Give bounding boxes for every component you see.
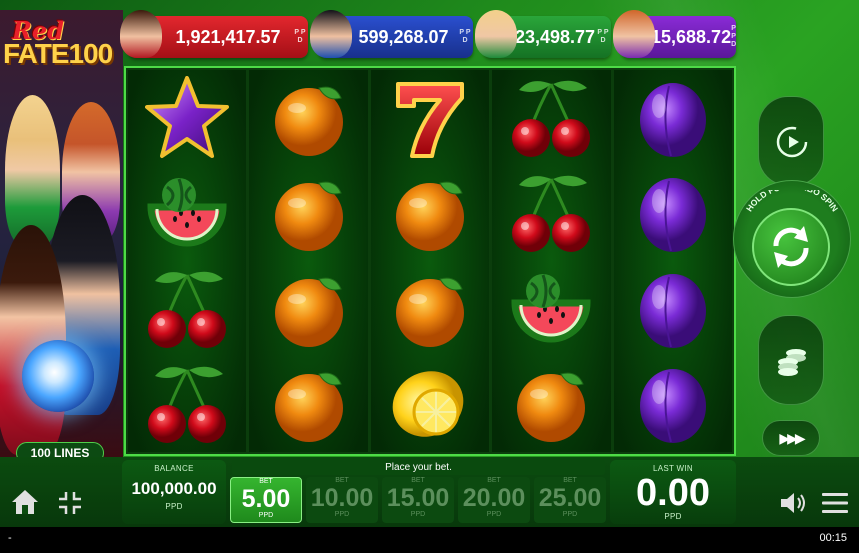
star-symbol bbox=[145, 75, 230, 158]
watermelon-symbol bbox=[147, 178, 227, 247]
fullscreen-exit-icon bbox=[59, 492, 81, 514]
fast-forward-icon: ▶▶▶ bbox=[779, 429, 805, 446]
jackpot-red: 1,921,417.57 P P D bbox=[120, 10, 308, 58]
reel-3 bbox=[370, 70, 490, 453]
orange-symbol bbox=[396, 181, 465, 252]
balance-unit: PPD bbox=[165, 502, 183, 511]
reel-4 bbox=[492, 70, 611, 453]
reel-cell bbox=[249, 166, 367, 262]
reel-cell bbox=[614, 70, 732, 166]
last-win-value: 0.00 bbox=[636, 472, 710, 514]
balance-panel: BALANCE 100,000.00 PPD bbox=[122, 460, 226, 524]
reel-cell bbox=[371, 261, 489, 357]
fullscreen-button[interactable] bbox=[54, 487, 86, 519]
jackpot-purple: 15,688.72 P P D bbox=[613, 10, 737, 58]
bet-option-4[interactable]: BET 20.00 PPD bbox=[458, 477, 530, 523]
speaker-icon bbox=[781, 493, 805, 513]
seven-symbol bbox=[396, 81, 465, 158]
orange-symbol bbox=[274, 372, 343, 443]
orange-symbol bbox=[396, 277, 465, 347]
jackpot-unit: P P D bbox=[294, 29, 306, 44]
reel-cell bbox=[614, 357, 732, 453]
reel-cell bbox=[492, 357, 610, 453]
reel-cell bbox=[614, 166, 732, 262]
jackpot-blue: 599,268.07 P P D bbox=[310, 10, 473, 58]
home-icon bbox=[12, 490, 38, 514]
turbo-button[interactable]: ▶▶▶ bbox=[762, 420, 820, 456]
jackpot-unit: P P D bbox=[597, 29, 609, 44]
status-message: Place your bet. bbox=[232, 460, 605, 475]
reel-cell bbox=[371, 70, 489, 166]
plum-symbol bbox=[639, 178, 706, 253]
reel-cell bbox=[614, 261, 732, 357]
bet-option-1[interactable]: BET 5.00 PPD bbox=[230, 477, 302, 523]
cherry-symbol bbox=[148, 271, 227, 348]
crystal-ball bbox=[22, 340, 94, 412]
reel-cell bbox=[371, 357, 489, 453]
last-win-unit: PPD bbox=[664, 512, 682, 521]
orange-symbol bbox=[517, 372, 586, 443]
jackpot-green: 23,498.77 P P D bbox=[475, 10, 611, 58]
jackpot-avatar bbox=[475, 10, 517, 58]
jackpot-unit: P P D bbox=[731, 25, 737, 48]
bet-option-3[interactable]: BET 15.00 PPD bbox=[382, 477, 454, 523]
plum-symbol bbox=[639, 369, 706, 444]
character-blonde bbox=[5, 95, 60, 245]
bet-option-2[interactable]: BET 10.00 PPD bbox=[306, 477, 378, 523]
reel-cell bbox=[128, 261, 246, 357]
reel-cell bbox=[371, 166, 489, 262]
game-stage: Red FATE100 100 LINES 1,921,417.57 P P D… bbox=[0, 0, 859, 553]
cherry-symbol bbox=[512, 80, 591, 157]
status-left-text: - bbox=[8, 532, 12, 544]
reel-cell bbox=[249, 70, 367, 166]
balance-value: 100,000.00 bbox=[131, 479, 217, 498]
spin-button[interactable] bbox=[752, 208, 830, 286]
reels-grid bbox=[124, 66, 736, 456]
plum-symbol bbox=[639, 82, 706, 157]
logo-fate-text: FATE100 bbox=[3, 38, 113, 69]
lemon-symbol bbox=[392, 371, 464, 438]
lines-badge: 100 LINES bbox=[16, 442, 104, 457]
home-button[interactable] bbox=[8, 485, 42, 519]
plum-symbol bbox=[639, 273, 706, 348]
reel-cell bbox=[128, 70, 246, 166]
bet-option-5[interactable]: BET 25.00 PPD bbox=[534, 477, 606, 523]
jackpot-avatar bbox=[310, 10, 352, 58]
hamburger-menu-icon bbox=[822, 493, 848, 513]
reel-cell bbox=[492, 166, 610, 262]
replay-icon bbox=[776, 126, 808, 158]
orange-symbol bbox=[274, 277, 343, 347]
reel-cell bbox=[128, 166, 246, 262]
reel-cell bbox=[249, 357, 367, 453]
game-art-panel: Red FATE100 100 LINES bbox=[0, 10, 123, 457]
last-win-panel: LAST WIN 0.00 PPD bbox=[610, 460, 736, 524]
coin-stack-icon bbox=[778, 349, 806, 376]
clock: 00:15 bbox=[819, 532, 847, 544]
jackpot-avatar bbox=[613, 10, 655, 58]
reel-cell bbox=[128, 357, 246, 453]
reel-cell bbox=[492, 70, 610, 166]
reel-cell bbox=[492, 261, 610, 357]
jackpot-avatar bbox=[120, 10, 162, 58]
autoplay-button[interactable] bbox=[758, 96, 824, 186]
reel-2 bbox=[249, 70, 368, 453]
sound-button[interactable] bbox=[776, 487, 812, 519]
watermelon-symbol bbox=[511, 273, 591, 343]
jackpot-unit: P P D bbox=[459, 29, 471, 44]
refresh-arrows-icon bbox=[773, 226, 809, 268]
reel-5 bbox=[613, 70, 733, 453]
reel-cell bbox=[249, 261, 367, 357]
menu-button[interactable] bbox=[818, 487, 852, 519]
orange-symbol bbox=[274, 86, 343, 156]
cherry-symbol bbox=[512, 176, 591, 253]
balance-label: BALANCE bbox=[154, 464, 194, 473]
device-status-bar: - 00:15 bbox=[0, 527, 859, 553]
reel-1 bbox=[128, 70, 247, 453]
bet-coins-button[interactable] bbox=[758, 315, 824, 405]
cherry-symbol bbox=[148, 367, 227, 444]
orange-symbol bbox=[274, 181, 343, 252]
